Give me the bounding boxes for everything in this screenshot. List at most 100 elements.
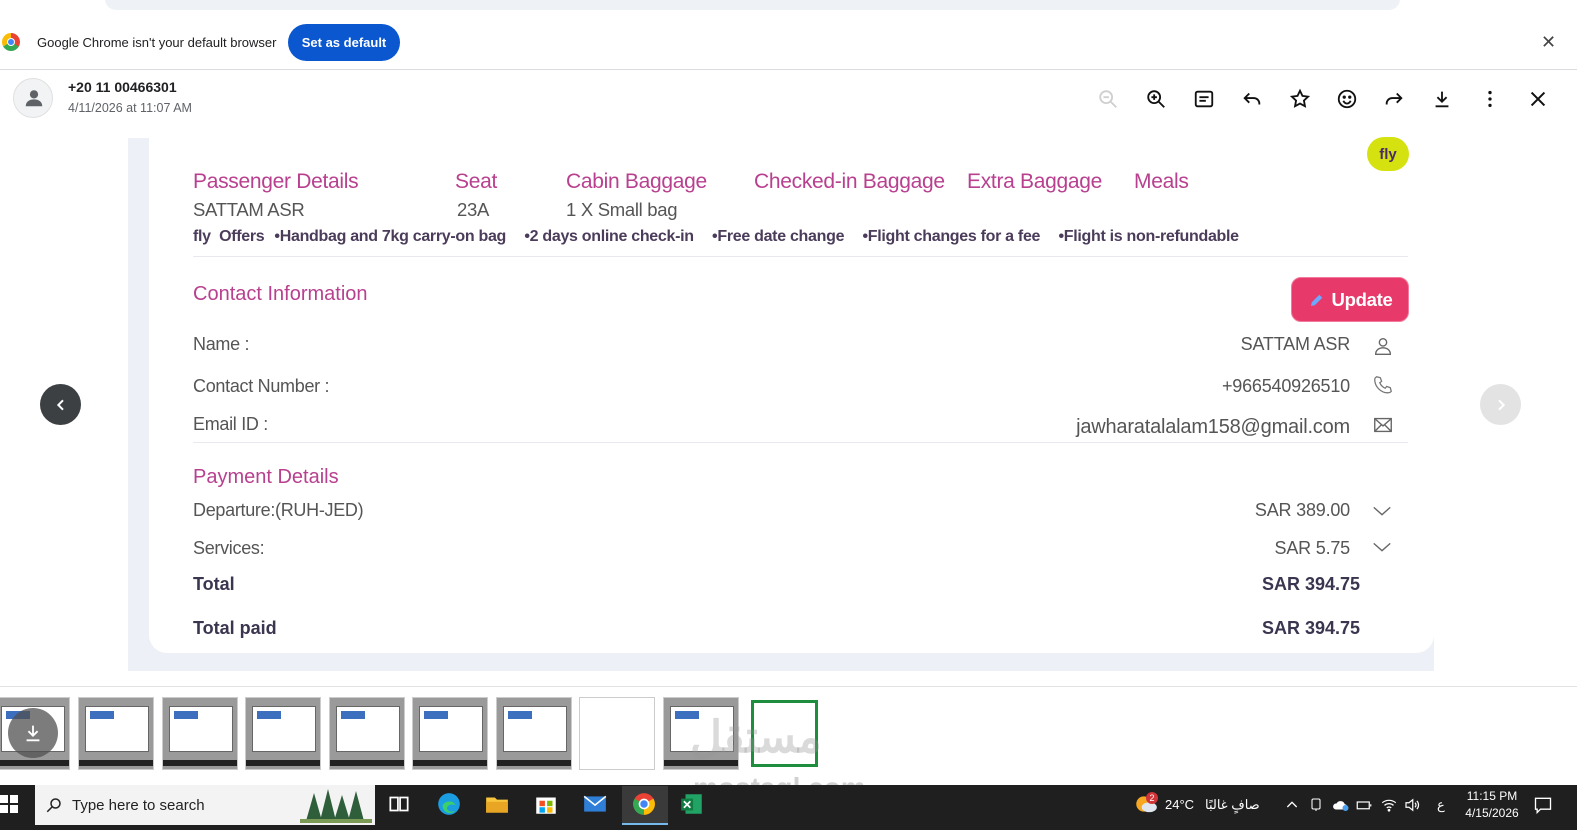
search-highlight-trees-icon <box>300 787 372 823</box>
offers-brand: fly <box>193 228 211 245</box>
seat-heading: Seat <box>455 170 497 193</box>
contact-information-heading: Contact Information <box>193 283 368 305</box>
email-label: Email ID : <box>193 414 269 434</box>
update-button[interactable]: Update <box>1291 277 1409 322</box>
name-value: SATTAM ASR <box>1240 334 1351 354</box>
pencil-icon <box>1310 294 1322 306</box>
file-explorer-icon[interactable] <box>484 791 514 819</box>
departure-label: Departure:(RUH-JED) <box>193 500 364 520</box>
sender-number: +20 11 00466301 <box>68 79 177 95</box>
thumbnail[interactable] <box>579 697 655 770</box>
phone-icon <box>1372 374 1394 396</box>
search-icon <box>45 796 63 819</box>
star-icon[interactable] <box>1287 86 1313 112</box>
chevron-up-icon[interactable] <box>1284 797 1300 818</box>
total-label: Total <box>193 574 235 594</box>
next-button[interactable] <box>1480 384 1521 425</box>
update-button-label: Update <box>1331 288 1393 310</box>
forward-icon[interactable] <box>1381 86 1407 112</box>
seat-value: 23A <box>457 199 490 220</box>
message-timestamp: 4/11/2026 at 11:07 AM <box>68 101 192 115</box>
thumbnail[interactable] <box>245 697 321 770</box>
person-icon <box>25 90 43 107</box>
payment-details-heading: Payment Details <box>193 466 339 488</box>
infobar-message: Google Chrome isn't your default browser <box>37 35 277 50</box>
offer-item: 2 days online check-in <box>529 228 694 245</box>
clock-date[interactable]: 4/15/2026 <box>1458 806 1526 820</box>
total-paid-label: Total paid <box>193 618 277 638</box>
contact-number-label: Contact Number : <box>193 376 330 396</box>
chevron-left-icon <box>56 399 64 410</box>
task-view-icon[interactable] <box>386 791 416 819</box>
previous-button[interactable] <box>40 384 81 425</box>
watermark-arabic: مستقل <box>690 713 822 762</box>
volume-icon[interactable] <box>1403 796 1421 819</box>
weather-badge: 2 <box>1146 792 1158 804</box>
offer-item: Free date change <box>717 228 845 245</box>
departure-value: SAR 389.00 <box>1254 500 1350 520</box>
store-icon[interactable] <box>533 791 563 819</box>
onedrive-icon[interactable] <box>1332 797 1350 818</box>
infobar-close-icon[interactable]: ✕ <box>1541 32 1556 53</box>
passenger-details-heading: Passenger Details <box>193 170 359 193</box>
chrome-icon[interactable] <box>631 791 661 819</box>
thumbnail[interactable] <box>496 697 572 770</box>
total-value: SAR 394.75 <box>1261 574 1360 594</box>
avatar <box>13 78 53 118</box>
battery-icon[interactable] <box>1355 797 1373 818</box>
notification-icon[interactable] <box>1533 795 1553 820</box>
reply-icon[interactable] <box>1239 86 1265 112</box>
download-overlay-icon[interactable] <box>8 708 58 758</box>
emoji-icon[interactable] <box>1334 86 1360 112</box>
chrome-logo-icon <box>2 33 20 51</box>
services-value: SAR 5.75 <box>1274 538 1351 558</box>
offer-item: Flight is non-refundable <box>1063 228 1239 245</box>
total-paid-value: SAR 394.75 <box>1261 618 1360 638</box>
temperature: 24°C <box>1165 797 1195 812</box>
windows-start-icon[interactable] <box>0 795 20 815</box>
meet-now-icon[interactable] <box>1308 797 1324 818</box>
fly-badge: fly <box>1367 137 1409 171</box>
chevron-down-icon[interactable] <box>1371 536 1393 558</box>
offers-row: fly Offers •Handbag and 7kg carry-on bag … <box>193 228 1239 245</box>
checked-baggage-heading: Checked-in Baggage <box>754 170 945 193</box>
thumbnail[interactable] <box>78 697 154 770</box>
thumbnail[interactable] <box>162 697 238 770</box>
zoom-out-icon[interactable] <box>1095 86 1121 112</box>
excel-icon[interactable] <box>679 791 709 819</box>
chevron-right-icon <box>1497 399 1505 410</box>
thumbnail[interactable] <box>412 697 488 770</box>
chevron-down-icon[interactable] <box>1371 500 1393 522</box>
offers-title: Offers <box>219 228 265 245</box>
weather-text: صافٍ غالبًا <box>1205 797 1260 812</box>
passenger-name: SATTAM ASR <box>193 199 305 220</box>
email-value: jawharatalalam158@gmail.com <box>1076 416 1350 438</box>
wifi-icon[interactable] <box>1380 796 1398 819</box>
close-icon[interactable] <box>1525 86 1551 112</box>
services-label: Services: <box>193 538 265 558</box>
more-icon[interactable] <box>1477 86 1503 112</box>
thumbnail[interactable] <box>329 697 405 770</box>
search-placeholder: Type here to search <box>72 797 205 814</box>
divider <box>193 256 1408 257</box>
offer-item: Handbag and 7kg carry-on bag <box>279 228 507 245</box>
mail-app-icon[interactable] <box>582 791 612 819</box>
address-bar[interactable] <box>105 0 1400 10</box>
caption-icon[interactable] <box>1191 86 1217 112</box>
cabin-baggage-heading: Cabin Baggage <box>566 170 707 193</box>
meals-heading: Meals <box>1134 170 1189 193</box>
user-icon <box>1372 335 1394 357</box>
divider <box>193 442 1408 443</box>
contact-number-value: +966540926510 <box>1221 376 1350 396</box>
download-icon[interactable] <box>1429 86 1455 112</box>
edge-icon[interactable] <box>436 791 466 819</box>
input-language[interactable]: ع <box>1437 797 1445 813</box>
zoom-in-icon[interactable] <box>1143 86 1169 112</box>
cabin-baggage-value: 1 X Small bag <box>566 199 678 220</box>
clock-time[interactable]: 11:15 PM <box>1462 789 1522 803</box>
extra-baggage-heading: Extra Baggage <box>967 170 1103 193</box>
name-label: Name : <box>193 334 250 354</box>
offer-item: Flight changes for a fee <box>867 228 1041 245</box>
mail-icon <box>1372 414 1394 436</box>
set-as-default-button[interactable]: Set as default <box>288 24 400 61</box>
